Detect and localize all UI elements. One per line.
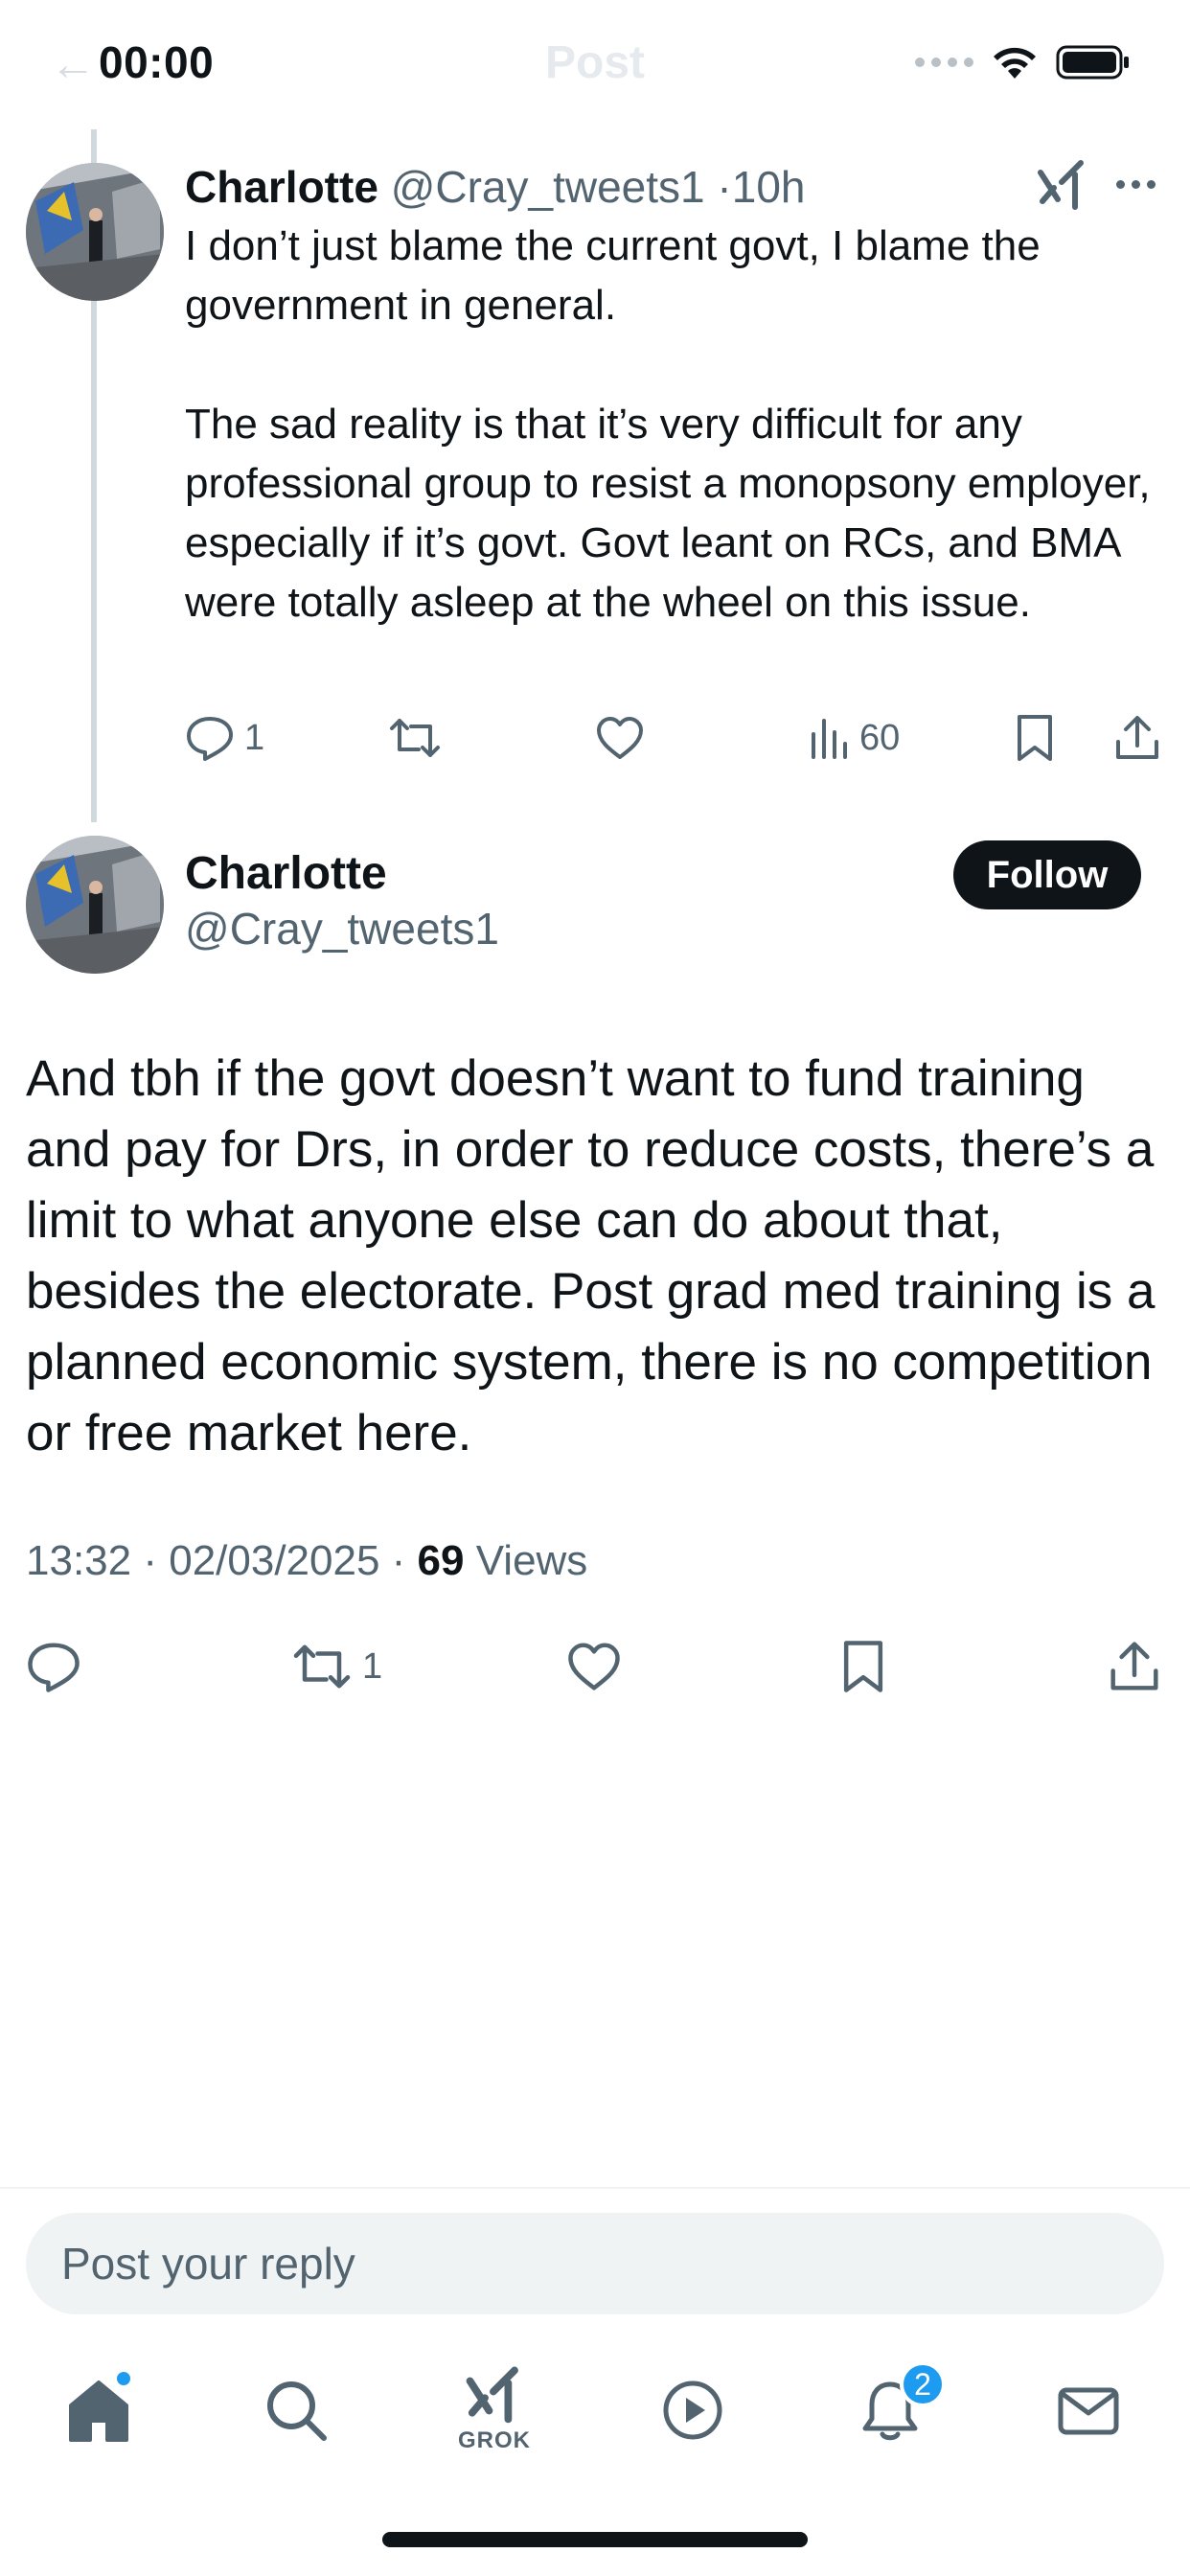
grok-icon: [466, 2366, 518, 2424]
repost-button[interactable]: [388, 715, 442, 761]
tab-grok[interactable]: GROK: [437, 2358, 552, 2463]
views-label: Views: [475, 1537, 588, 1584]
share-button[interactable]: [1114, 713, 1160, 763]
main-post-text: And tbh if the govt doesn’t want to fund…: [26, 1050, 1156, 1461]
notifications-badge: 2: [900, 2361, 946, 2407]
author-handle[interactable]: @Cray_tweets1: [391, 162, 705, 212]
reply-input[interactable]: [26, 2213, 1164, 2314]
like-button[interactable]: [566, 1641, 622, 1692]
avatar-image: [26, 163, 164, 301]
heart-icon: [568, 1643, 620, 1690]
tab-messages[interactable]: [1031, 2358, 1146, 2463]
repost-icon: [293, 1644, 351, 1689]
battery-icon: [1056, 45, 1129, 80]
post-age: 10h: [731, 162, 806, 212]
status-bar: ← Post 00:00: [0, 0, 1190, 129]
follow-button[interactable]: Follow: [953, 840, 1141, 909]
avatar[interactable]: [26, 163, 164, 301]
parent-post-text: I don’t just blame the current govt, I b…: [185, 217, 1153, 632]
share-icon: [1116, 716, 1158, 759]
bottom-tab-bar: GROK 2: [0, 2338, 1190, 2472]
parent-post-paragraph: I don’t just blame the current govt, I b…: [185, 222, 1041, 329]
main-post-actions: 1: [26, 1637, 1166, 1698]
views-count: 60: [859, 717, 901, 758]
tab-search[interactable]: [239, 2358, 354, 2463]
views-icon: [812, 719, 847, 759]
repost-button[interactable]: 1: [291, 1641, 382, 1692]
tab-home[interactable]: [41, 2358, 156, 2463]
search-icon: [267, 2381, 327, 2441]
repost-count: 1: [362, 1645, 383, 1687]
views-button[interactable]: 60: [808, 715, 900, 761]
post-date[interactable]: 02/03/2025: [169, 1537, 379, 1584]
author-name[interactable]: Charlotte: [185, 847, 387, 900]
bookmark-button[interactable]: [1015, 713, 1055, 763]
post-time[interactable]: 13:32: [26, 1537, 131, 1584]
parent-post-actions: 1 60: [185, 709, 1162, 767]
tab-notifications[interactable]: 2: [833, 2358, 948, 2463]
status-time: 00:00: [99, 37, 215, 87]
cellular-signal-icon: [915, 58, 973, 67]
bookmark-icon: [1018, 715, 1052, 761]
reply-count: 1: [244, 717, 265, 758]
reply-button[interactable]: 1: [185, 715, 264, 761]
bookmark-icon: [843, 1641, 883, 1692]
views-count: 69: [417, 1537, 465, 1584]
parent-post-header: Charlotte @Cray_tweets1 ·10h: [185, 161, 805, 213]
home-indicator[interactable]: [382, 2532, 808, 2547]
repost-icon: [390, 719, 440, 757]
bookmark-button[interactable]: [840, 1639, 886, 1694]
reply-button[interactable]: [26, 1641, 81, 1692]
divider: [0, 2187, 1190, 2189]
play-icon: [663, 2380, 722, 2440]
share-button[interactable]: [1109, 1639, 1160, 1694]
parent-post-paragraph: The sad reality is that it’s very diffic…: [185, 401, 1151, 626]
more-options-icon[interactable]: [1116, 180, 1156, 189]
author-name[interactable]: Charlotte: [185, 162, 378, 212]
unread-dot: [114, 2369, 133, 2388]
grok-icon[interactable]: [1037, 159, 1088, 218]
like-button[interactable]: [595, 715, 645, 761]
separator: ·: [717, 162, 732, 212]
avatar-image: [26, 836, 164, 974]
wifi-icon: [994, 47, 1036, 79]
reply-icon: [187, 717, 233, 761]
avatar[interactable]: [26, 836, 164, 974]
share-icon: [1110, 1642, 1158, 1690]
status-indicators: [915, 44, 1131, 80]
heart-icon: [597, 717, 643, 759]
reply-icon: [28, 1643, 80, 1692]
author-handle[interactable]: @Cray_tweets1: [185, 903, 499, 954]
mail-icon: [1058, 2387, 1119, 2435]
grok-label: GROK: [458, 2427, 531, 2453]
post-meta: 13:32 · 02/03/2025 · 69 Views: [26, 1537, 588, 1584]
tab-video[interactable]: [635, 2358, 750, 2463]
